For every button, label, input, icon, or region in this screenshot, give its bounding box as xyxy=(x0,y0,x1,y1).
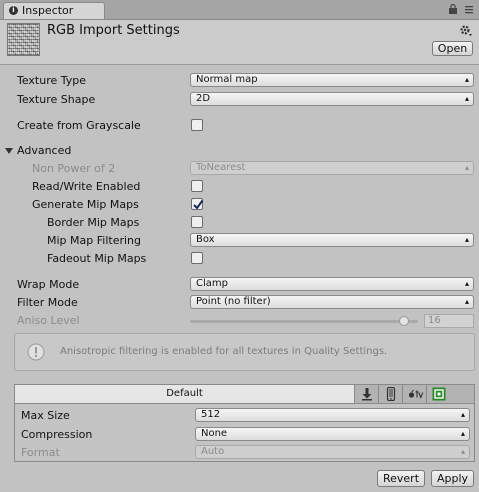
tab-inspector[interactable]: i Inspector xyxy=(3,2,105,19)
border-mip-maps-checkbox[interactable] xyxy=(191,216,203,228)
platform-settings-panel: Default Max Size 512 ▴︎ Compression None… xyxy=(14,384,475,462)
xbox-icon xyxy=(432,387,446,401)
filter-mode-dropdown[interactable]: Point (no filter) ▴︎ xyxy=(190,295,474,309)
phone-icon xyxy=(386,387,396,401)
updown-arrow-icon: ▴︎ xyxy=(464,279,469,288)
info-icon: i xyxy=(9,6,18,15)
read-write-enabled-checkbox[interactable] xyxy=(191,180,203,192)
tab-menu-icon[interactable] xyxy=(464,4,474,14)
tab-label: Inspector xyxy=(22,4,74,17)
info-message-text: Anisotropic filtering is enabled for all… xyxy=(60,346,388,357)
filter-mode-label: Filter Mode xyxy=(17,296,78,309)
updown-arrow-icon: ▴︎ xyxy=(460,429,465,438)
texture-type-label: Texture Type xyxy=(17,74,87,87)
mip-map-filtering-value: Box xyxy=(196,234,215,245)
fadeout-mip-maps-label: Fadeout Mip Maps xyxy=(47,252,147,265)
aniso-level-label: Aniso Level xyxy=(17,314,80,327)
lock-icon[interactable] xyxy=(447,4,459,14)
appletv-icon xyxy=(408,389,424,399)
max-size-value: 512 xyxy=(201,409,221,420)
compression-label: Compression xyxy=(21,428,93,441)
revert-button[interactable]: Revert xyxy=(377,470,425,487)
platform-tab-bar: Default xyxy=(15,385,474,404)
platform-tab-mobile[interactable] xyxy=(379,385,403,403)
platform-tab-standalone[interactable] xyxy=(355,385,379,403)
non-power-of-2-label: Non Power of 2 xyxy=(32,162,116,175)
aniso-level-slider-track xyxy=(190,320,418,323)
checkmark-icon xyxy=(193,199,204,210)
wrap-mode-label: Wrap Mode xyxy=(17,278,80,291)
updown-arrow-icon: ▴︎ xyxy=(464,163,469,172)
texture-shape-value: 2D xyxy=(196,93,211,104)
section-foldout-arrow-icon[interactable] xyxy=(5,148,13,154)
tab-bar: i Inspector xyxy=(0,0,479,20)
border-mip-maps-label: Border Mip Maps xyxy=(47,216,140,229)
platform-tab-default[interactable]: Default xyxy=(15,385,355,403)
max-size-label: Max Size xyxy=(21,409,70,422)
info-icon xyxy=(27,343,45,361)
open-button[interactable]: Open xyxy=(432,41,473,56)
wrap-mode-value: Clamp xyxy=(196,278,228,289)
page-title: RGB Import Settings xyxy=(47,23,180,38)
texture-type-value: Normal map xyxy=(196,74,258,85)
download-icon xyxy=(362,388,372,401)
compression-dropdown[interactable]: None ▴︎ xyxy=(195,427,470,441)
updown-arrow-icon: ▴︎ xyxy=(460,410,465,419)
platform-tab-appletv[interactable] xyxy=(403,385,427,403)
format-label: Format xyxy=(21,446,60,459)
create-from-grayscale-label: Create from Grayscale xyxy=(17,119,141,132)
compression-value: None xyxy=(201,428,228,439)
wrap-mode-dropdown[interactable]: Clamp ▴︎ xyxy=(190,277,474,291)
texture-thumbnail xyxy=(7,23,40,56)
info-message-box: Anisotropic filtering is enabled for all… xyxy=(14,333,475,371)
generate-mip-maps-label: Generate Mip Maps xyxy=(32,198,139,211)
max-size-dropdown[interactable]: 512 ▴︎ xyxy=(195,408,470,422)
texture-type-dropdown[interactable]: Normal map ▴︎ xyxy=(190,73,474,87)
format-value: Auto xyxy=(201,446,225,457)
updown-arrow-icon: ▴︎ xyxy=(464,75,469,84)
texture-shape-label: Texture Shape xyxy=(17,93,96,106)
platform-tab-xbox[interactable] xyxy=(427,385,451,403)
format-dropdown: Auto ▴︎ xyxy=(195,445,470,459)
read-write-enabled-label: Read/Write Enabled xyxy=(32,180,141,193)
aniso-level-slider-thumb xyxy=(399,316,409,326)
updown-arrow-icon: ▴︎ xyxy=(460,447,465,456)
updown-arrow-icon: ▴︎ xyxy=(464,297,469,306)
non-power-of-2-value: ToNearest xyxy=(196,162,246,173)
updown-arrow-icon: ▴︎ xyxy=(464,235,469,244)
asset-header: RGB Import Settings Open xyxy=(0,20,479,65)
non-power-of-2-dropdown: ToNearest ▴︎ xyxy=(190,161,474,175)
updown-arrow-icon: ▴︎ xyxy=(464,94,469,103)
aniso-level-field: 16 xyxy=(424,314,474,328)
filter-mode-value: Point (no filter) xyxy=(196,296,271,307)
generate-mip-maps-checkbox[interactable] xyxy=(191,198,204,210)
mip-map-filtering-dropdown[interactable]: Box ▴︎ xyxy=(190,233,474,247)
fadeout-mip-maps-checkbox[interactable] xyxy=(191,252,203,264)
create-from-grayscale-checkbox[interactable] xyxy=(191,119,203,131)
apply-button[interactable]: Apply xyxy=(431,470,474,487)
gear-icon[interactable] xyxy=(459,24,473,38)
texture-shape-dropdown[interactable]: 2D ▴︎ xyxy=(190,92,474,106)
mip-map-filtering-label: Mip Map Filtering xyxy=(47,234,141,247)
advanced-section-label[interactable]: Advanced xyxy=(17,144,71,157)
